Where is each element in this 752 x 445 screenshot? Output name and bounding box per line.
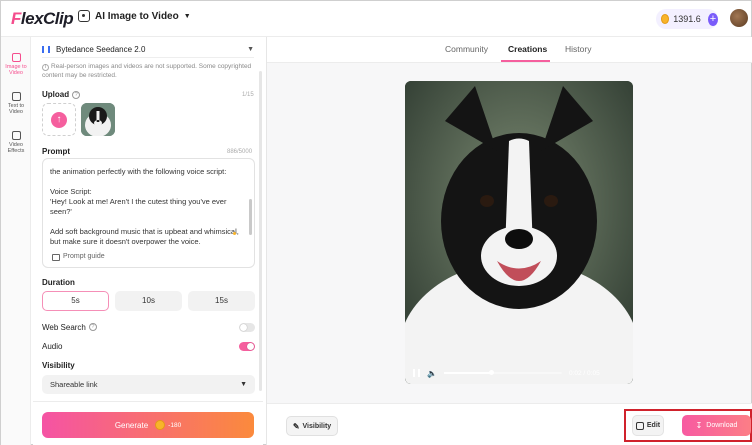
upload-label: Upload? xyxy=(42,90,81,99)
prompt-line: Voice Script: xyxy=(50,187,92,196)
generate-cost-value: -180 xyxy=(168,421,182,429)
book-icon xyxy=(52,253,60,261)
model-name: Bytedance Seedance 2.0 xyxy=(56,45,146,54)
effects-icon xyxy=(11,131,21,140)
video-controls: 🔈 0:02 / 0:05 xyxy=(405,362,633,384)
prompt-guide-label: Prompt guide xyxy=(63,253,105,260)
upload-label-text: Upload xyxy=(42,90,70,99)
upload-count: 1/15 xyxy=(242,92,254,98)
prompt-textarea[interactable]: the animation perfectly with the followi… xyxy=(42,158,255,268)
edit-icon xyxy=(635,421,644,430)
tab-community[interactable]: Community xyxy=(445,44,488,54)
edit-button-label: Edit xyxy=(646,422,661,429)
web-search-toggle[interactable] xyxy=(239,322,255,332)
download-button-label: Download xyxy=(706,422,738,429)
generate-label: Generate xyxy=(114,420,149,430)
edit-button[interactable]: Edit xyxy=(632,415,664,436)
prompt-guide-link[interactable]: Prompt guide xyxy=(52,252,105,262)
image-video-icon xyxy=(11,53,21,62)
video-player[interactable]: 🔈 0:02 / 0:05 xyxy=(405,81,633,384)
prompt-line xyxy=(50,177,247,187)
prompt-line: the animation perfectly with the followi… xyxy=(50,167,227,176)
audio-label: Audio xyxy=(42,341,63,351)
web-search-label: Web Search xyxy=(42,322,86,332)
active-tab-indicator xyxy=(501,60,550,62)
credits-value: 1391.6 xyxy=(673,14,701,24)
tool-switcher-label: AI Image to Video xyxy=(95,10,179,22)
tab-history[interactable]: History xyxy=(565,44,591,54)
prompt-line xyxy=(50,217,247,227)
download-button[interactable]: ↧ Download xyxy=(682,415,751,436)
left-nav: Image to Video Text to Video Video Effec… xyxy=(1,37,31,445)
status-dot xyxy=(233,232,236,235)
prompt-label: Prompt xyxy=(42,147,70,156)
prompt-line: but make sure it doesn't overpower the v… xyxy=(50,237,201,246)
prompt-scrollbar[interactable] xyxy=(249,199,252,235)
dog-thumbnail-image xyxy=(81,103,115,136)
progress-knob[interactable] xyxy=(489,370,495,375)
visibility-value: Shareable link xyxy=(50,380,98,389)
progress-fill xyxy=(443,372,492,374)
video-time: 0:02 / 0:05 xyxy=(568,369,600,377)
generate-cost: -180 xyxy=(155,420,181,430)
audio-row: Audio xyxy=(42,340,255,352)
credits-badge[interactable]: 1391.6 + xyxy=(656,9,718,29)
visibility-select[interactable]: Shareable link ▼ xyxy=(42,375,255,394)
result-actions-bar: ✎ Visibility Edit ↧ Download xyxy=(267,403,752,445)
pause-icon[interactable] xyxy=(413,369,420,377)
notice-text: Real-person images and videos are not su… xyxy=(42,63,252,79)
avatar[interactable] xyxy=(730,9,748,27)
add-credits-button[interactable]: + xyxy=(707,12,718,26)
dog-video-frame xyxy=(405,81,633,384)
eye-edit-icon: ✎ xyxy=(292,421,300,431)
nav-item-text-to-video[interactable]: Text to Video xyxy=(1,92,31,115)
prompt-count: 886/5000 xyxy=(227,149,253,155)
coin-icon xyxy=(661,14,670,24)
model-brand-icon xyxy=(42,46,50,53)
duration-5s-button[interactable]: 5s xyxy=(42,291,109,311)
visibility-button[interactable]: ✎ Visibility xyxy=(286,416,338,436)
image-video-icon xyxy=(78,10,90,22)
nav-item-label: Text to Video xyxy=(7,103,25,115)
model-select[interactable]: Bytedance Seedance 2.0 ▼ xyxy=(42,42,254,58)
text-video-icon xyxy=(11,92,21,101)
tab-bar: Community Creations History xyxy=(267,37,752,63)
duration-10s-button[interactable]: 10s xyxy=(115,291,182,311)
generate-button[interactable]: Generate -180 xyxy=(42,412,254,438)
prompt-line: Add soft background music that is upbeat… xyxy=(50,227,239,236)
info-icon: i xyxy=(42,64,49,71)
visibility-button-label: Visibility xyxy=(302,422,332,430)
nav-item-video-effects[interactable]: Video Effects xyxy=(1,131,31,154)
web-search-row: Web Search? xyxy=(42,321,255,333)
chevron-down-icon: ▼ xyxy=(183,12,191,20)
coin-icon xyxy=(155,420,166,430)
volume-icon[interactable]: 🔈 xyxy=(427,369,437,378)
panel-scrollbar[interactable] xyxy=(259,71,262,391)
visibility-label: Visibility xyxy=(42,361,75,370)
chevron-down-icon: ▼ xyxy=(247,46,254,53)
video-progress-bar[interactable] xyxy=(443,370,562,375)
main-area: Community Creations History 🔈 0:02 / 0:0… xyxy=(266,37,752,445)
chevron-down-icon: ▼ xyxy=(240,381,247,388)
nav-item-label: Video Effects xyxy=(7,142,25,154)
upload-icon: ↑ xyxy=(51,111,67,128)
download-icon: ↧ xyxy=(695,421,703,430)
nav-item-label: Image to Video xyxy=(5,64,27,76)
upload-button[interactable]: ↑ xyxy=(42,103,76,136)
generate-area: Generate -180 xyxy=(33,401,263,445)
tab-creations[interactable]: Creations xyxy=(508,44,547,54)
uploaded-image-thumbnail[interactable] xyxy=(81,103,115,136)
content-notice: i Real-person images and videos are not s… xyxy=(42,62,254,80)
tool-switcher[interactable]: AI Image to Video ▼ xyxy=(78,10,191,22)
duration-15s-button[interactable]: 15s xyxy=(188,291,255,311)
help-icon[interactable]: ? xyxy=(72,90,81,99)
settings-panel: Bytedance Seedance 2.0 ▼ i Real-person im… xyxy=(33,37,263,445)
top-bar: FlexClip AI Image to Video ▼ 1391.6 + xyxy=(1,1,751,37)
prompt-line: 'Hey! Look at me! Aren't I the cutest th… xyxy=(50,197,227,216)
duration-label: Duration xyxy=(42,278,75,287)
flexclip-logo[interactable]: FlexClip xyxy=(11,9,74,29)
help-icon[interactable]: ? xyxy=(88,323,97,331)
nav-item-image-to-video[interactable]: Image to Video xyxy=(1,53,31,76)
audio-toggle[interactable] xyxy=(239,341,255,351)
